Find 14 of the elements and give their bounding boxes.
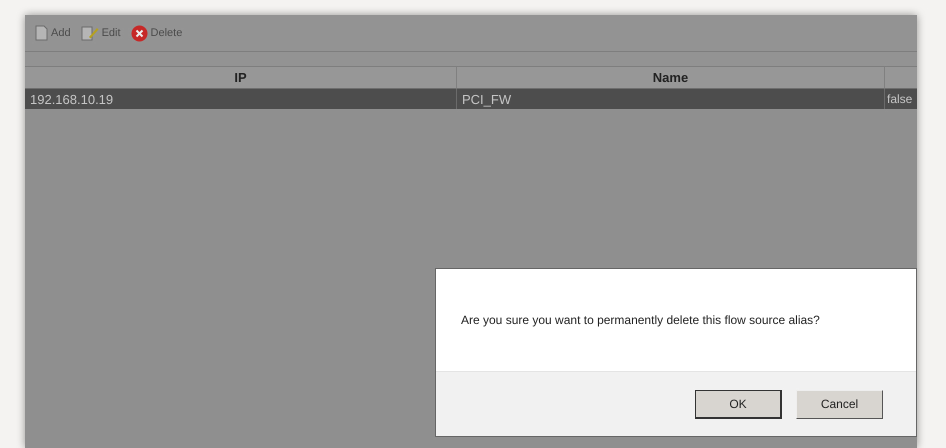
column-header[interactable]: Name bbox=[457, 67, 885, 89]
dialog-button[interactable]: Cancel bbox=[796, 390, 883, 418]
dialog-message: Are you sure you want to permanently delete this flow source alias? bbox=[460, 312, 821, 329]
delete-button[interactable]: Delete bbox=[130, 24, 182, 42]
edit-icon bbox=[80, 25, 99, 41]
column-header[interactable]: IP bbox=[25, 67, 457, 89]
table-cell: false bbox=[885, 89, 917, 109]
table-cell: PCI_FW bbox=[457, 89, 885, 109]
add-button[interactable]: Add bbox=[35, 25, 71, 41]
edit-button[interactable]: Edit bbox=[80, 25, 121, 41]
table-cell: 192.168.10.19 bbox=[25, 89, 457, 109]
delete-icon bbox=[130, 24, 148, 42]
document-icon bbox=[35, 25, 48, 41]
dialog-button[interactable]: OK bbox=[695, 390, 782, 418]
